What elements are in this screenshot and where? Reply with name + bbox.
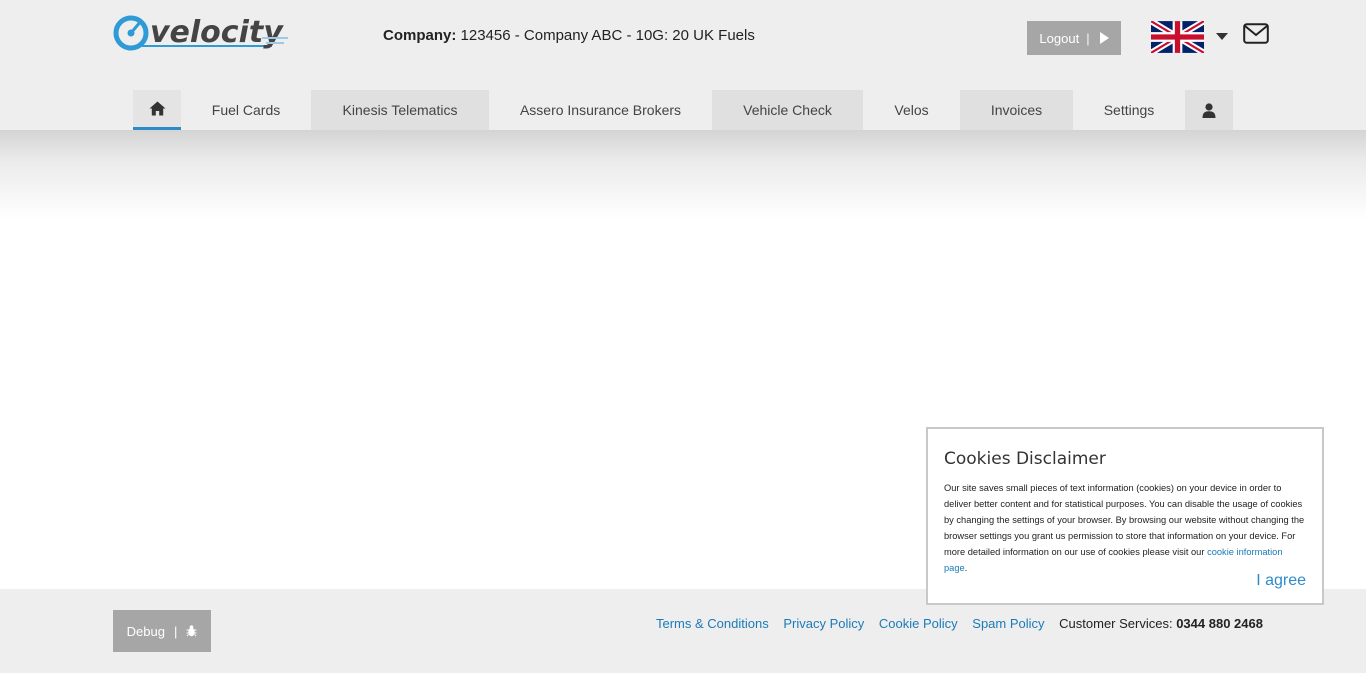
debug-button[interactable]: Debug | [113, 610, 211, 652]
nav-label: Fuel Cards [211, 102, 281, 118]
nav-home[interactable] [133, 90, 181, 130]
cookie-text-suffix: . [964, 563, 968, 573]
footer-links: Terms & Conditions Privacy Policy Cookie… [656, 616, 1263, 631]
play-icon [1099, 32, 1109, 44]
nav-settings[interactable]: Settings [1073, 90, 1185, 130]
nav-invoices[interactable]: Invoices [960, 90, 1073, 130]
cookie-text: Our site saves small pieces of text info… [944, 483, 1305, 557]
nav-user[interactable] [1185, 90, 1233, 130]
nav-assero-insurance-brokers[interactable]: Assero Insurance Brokers [489, 90, 712, 130]
customer-services-phone: 0344 880 2468 [1176, 616, 1263, 631]
main-nav: Fuel Cards Kinesis Telematics Assero Ins… [133, 90, 1233, 130]
nav-label: Velos [894, 102, 929, 118]
nav-label: Assero Insurance Brokers [519, 102, 682, 118]
nav-velos[interactable]: Velos [863, 90, 960, 130]
nav-kinesis-telematics[interactable]: Kinesis Telematics [311, 90, 489, 130]
cookie-policy-link[interactable]: Cookie Policy [879, 616, 958, 631]
header-shadow [0, 130, 1366, 220]
cookie-disclaimer-dialog: Cookies Disclaimer Our site saves small … [926, 427, 1324, 605]
spam-policy-link[interactable]: Spam Policy [972, 616, 1044, 631]
logout-button[interactable]: Logout | [1027, 21, 1121, 55]
home-icon [149, 101, 165, 116]
nav-label: Invoices [990, 102, 1043, 118]
nav-label: Vehicle Check [743, 102, 832, 118]
nav-label: Settings [1103, 102, 1155, 118]
uk-flag-icon[interactable] [1151, 21, 1204, 53]
cookie-title: Cookies Disclaimer [944, 449, 1106, 469]
nav-fuel-cards[interactable]: Fuel Cards [181, 90, 311, 130]
nav-label: Kinesis Telematics [342, 102, 458, 118]
debug-label: Debug [126, 623, 165, 639]
logout-separator: | [1086, 30, 1090, 46]
agree-button[interactable]: I agree [1256, 572, 1306, 590]
logout-label: Logout [1039, 30, 1080, 46]
company-value: 123456 - Company ABC - 10G: 20 UK Fuels [460, 27, 755, 44]
logo-text: velocity [150, 15, 284, 50]
velocity-logo[interactable]: velocity [112, 12, 292, 54]
nav-vehicle-check[interactable]: Vehicle Check [712, 90, 863, 130]
user-icon [1202, 102, 1216, 118]
customer-services-label: Customer Services: [1059, 616, 1173, 631]
cookie-text-block: Our site saves small pieces of text info… [944, 480, 1306, 576]
language-dropdown-caret-icon[interactable] [1216, 33, 1228, 40]
debug-separator: | [173, 623, 178, 639]
privacy-policy-link[interactable]: Privacy Policy [783, 616, 864, 631]
company-label: Company: [383, 27, 457, 44]
terms-link[interactable]: Terms & Conditions [656, 616, 769, 631]
envelope-icon[interactable] [1243, 23, 1269, 44]
company-info: Company: 123456 - Company ABC - 10G: 20 … [383, 27, 755, 44]
bug-icon [186, 625, 197, 637]
